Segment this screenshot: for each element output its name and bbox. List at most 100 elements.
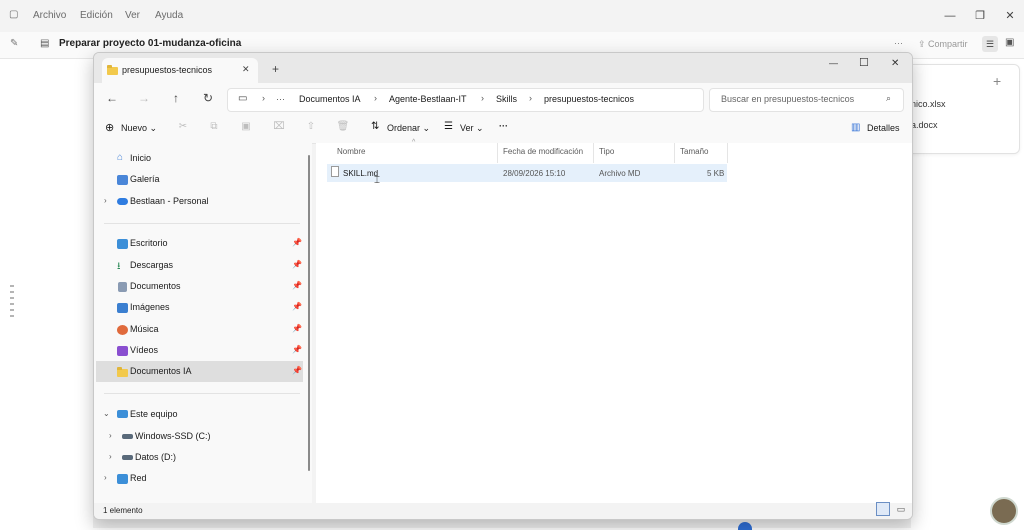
- app-restore-icon[interactable]: ❐: [970, 6, 990, 26]
- sort-button[interactable]: Ordenar ⌄: [387, 123, 430, 134]
- nav-label: Vídeos: [130, 345, 159, 355]
- rename-icon[interactable]: ⌧: [272, 121, 286, 133]
- column-header-name[interactable]: Nombre: [337, 147, 365, 156]
- nav-item-red[interactable]: › Red: [94, 470, 304, 488]
- nav-item-escritorio[interactable]: Escritorio 📌: [94, 235, 304, 253]
- view-button[interactable]: Ver ⌄: [460, 123, 484, 134]
- list-view-icon[interactable]: ☰: [982, 36, 998, 52]
- add-file-button[interactable]: +: [993, 73, 1001, 89]
- music-icon: [117, 325, 128, 335]
- pin-icon[interactable]: 📌: [292, 302, 302, 311]
- edit-icon[interactable]: ✎: [10, 38, 18, 49]
- pin-icon[interactable]: 📌: [292, 345, 302, 354]
- more-commands-icon[interactable]: ···: [499, 121, 508, 131]
- minimize-button[interactable]: —: [829, 58, 838, 68]
- chevron-down-icon[interactable]: ⌄: [103, 409, 110, 418]
- sort-indicator-icon: ^: [412, 139, 416, 146]
- attachments-card: + nico.xlsx a.docx: [898, 64, 1020, 154]
- forward-arrow-icon[interactable]: →: [135, 89, 153, 107]
- column-header-modified[interactable]: Fecha de modificación: [503, 147, 583, 156]
- breadcrumb-agente[interactable]: Agente-Bestlaan-IT: [389, 94, 467, 104]
- menu-ver[interactable]: Ver: [125, 10, 140, 21]
- maximize-button[interactable]: ☐: [859, 56, 869, 69]
- back-arrow-icon[interactable]: ←: [103, 89, 121, 107]
- tiles-view-icon[interactable]: ▭: [894, 502, 908, 516]
- tab-presupuestos-tecnicos[interactable]: presupuestos-tecnicos ✕: [102, 58, 258, 83]
- breadcrumb-ellipsis[interactable]: ···: [276, 94, 285, 104]
- pin-icon[interactable]: 📌: [292, 238, 302, 247]
- nav-item-onedrive[interactable]: › Bestlaan - Personal: [94, 193, 304, 211]
- drive-icon: [122, 455, 133, 460]
- this-pc-icon: ▭: [238, 93, 248, 104]
- new-button[interactable]: Nuevo ⌄: [121, 123, 157, 134]
- details-button[interactable]: Detalles: [867, 123, 900, 133]
- menu-archivo[interactable]: Archivo: [33, 10, 66, 21]
- cut-icon[interactable]: ✂: [176, 121, 190, 133]
- chevron-right-icon[interactable]: ›: [109, 452, 112, 461]
- column-divider[interactable]: [593, 143, 594, 163]
- nav-item-videos[interactable]: Vídeos 📌: [94, 342, 304, 360]
- nav-item-inicio[interactable]: ⌂ Inicio: [94, 150, 304, 168]
- folder-icon: [117, 367, 128, 377]
- pin-icon[interactable]: 📌: [292, 281, 302, 290]
- nav-item-drive-c[interactable]: › Windows-SSD (C:): [94, 428, 304, 446]
- breadcrumb-presupuestos[interactable]: presupuestos-tecnicos: [544, 94, 634, 104]
- close-button[interactable]: ✕: [891, 58, 899, 69]
- pin-icon[interactable]: 📌: [292, 260, 302, 269]
- delete-icon[interactable]: 🗑: [336, 121, 350, 133]
- share-button[interactable]: ⇪ Compartir: [918, 39, 968, 50]
- copy-icon[interactable]: ⧉: [207, 121, 221, 133]
- new-label: Nuevo: [121, 123, 148, 133]
- menu-edicion[interactable]: Edición: [80, 10, 113, 21]
- nav-divider: [104, 393, 300, 394]
- file-name[interactable]: SKILL.md: [343, 169, 378, 178]
- chevron-right-icon[interactable]: ›: [104, 196, 107, 205]
- nav-item-musica[interactable]: Música 📌: [94, 321, 304, 339]
- new-tab-button[interactable]: +: [272, 62, 279, 76]
- paste-icon[interactable]: ▣: [239, 121, 253, 133]
- search-input[interactable]: Buscar en presupuestos-tecnicos ⌕: [709, 88, 904, 112]
- more-options-icon[interactable]: ···: [894, 38, 903, 48]
- nav-item-este-equipo[interactable]: ⌄ Este equipo: [94, 406, 304, 424]
- column-divider[interactable]: [727, 143, 728, 163]
- drive-icon: [122, 434, 133, 439]
- breadcrumb-documentos-ia[interactable]: Documentos IA: [299, 94, 361, 104]
- refresh-icon[interactable]: ↻: [199, 89, 217, 107]
- nav-scrollbar[interactable]: [308, 155, 310, 471]
- nav-item-documentos[interactable]: Documentos 📌: [94, 278, 304, 296]
- column-header-size[interactable]: Tamaño: [680, 147, 708, 156]
- nav-item-galeria[interactable]: Galería: [94, 171, 304, 189]
- tab-close-icon[interactable]: ✕: [242, 64, 250, 75]
- drag-handle-icon[interactable]: [10, 285, 16, 331]
- pin-icon[interactable]: 📌: [292, 324, 302, 333]
- breadcrumb-skills[interactable]: Skills: [496, 94, 517, 104]
- app-close-icon[interactable]: ✕: [1000, 6, 1020, 26]
- window-icon: ▢: [9, 9, 19, 20]
- details-view-icon[interactable]: [876, 502, 890, 516]
- attachment-item[interactable]: nico.xlsx: [911, 99, 946, 109]
- nav-item-documentos-ia[interactable]: Documentos IA 📌: [94, 363, 304, 381]
- attachment-item[interactable]: a.docx: [911, 120, 938, 130]
- column-header-type[interactable]: Tipo: [599, 147, 614, 156]
- download-icon: ⭳: [117, 261, 121, 272]
- column-divider[interactable]: [497, 143, 498, 163]
- search-icon[interactable]: ⌕: [886, 93, 891, 104]
- address-bar[interactable]: ▭ › ··· Documentos IA › Agente-Bestlaan-…: [227, 88, 704, 112]
- nav-item-descargas[interactable]: ⭳ Descargas 📌: [94, 257, 304, 275]
- chevron-right-icon[interactable]: ›: [104, 473, 107, 482]
- chevron-right-icon[interactable]: ›: [109, 431, 112, 440]
- file-modified: 28/09/2026 15:10: [503, 169, 566, 178]
- user-avatar[interactable]: [990, 497, 1018, 525]
- mouse-cursor-icon: ⌶: [374, 175, 380, 186]
- up-arrow-icon[interactable]: ↑: [167, 89, 185, 107]
- panel-icon[interactable]: ▣: [1005, 37, 1014, 48]
- pin-icon[interactable]: 📌: [292, 366, 302, 375]
- gallery-icon: [117, 175, 128, 185]
- cloud-icon: [117, 198, 128, 205]
- nav-item-imagenes[interactable]: Imágenes 📌: [94, 299, 304, 317]
- app-minimize-icon[interactable]: —: [940, 6, 960, 26]
- column-divider[interactable]: [674, 143, 675, 163]
- menu-ayuda[interactable]: Ayuda: [155, 10, 183, 21]
- nav-item-drive-d[interactable]: › Datos (D:): [94, 449, 304, 467]
- share-icon[interactable]: ⇧: [304, 121, 318, 133]
